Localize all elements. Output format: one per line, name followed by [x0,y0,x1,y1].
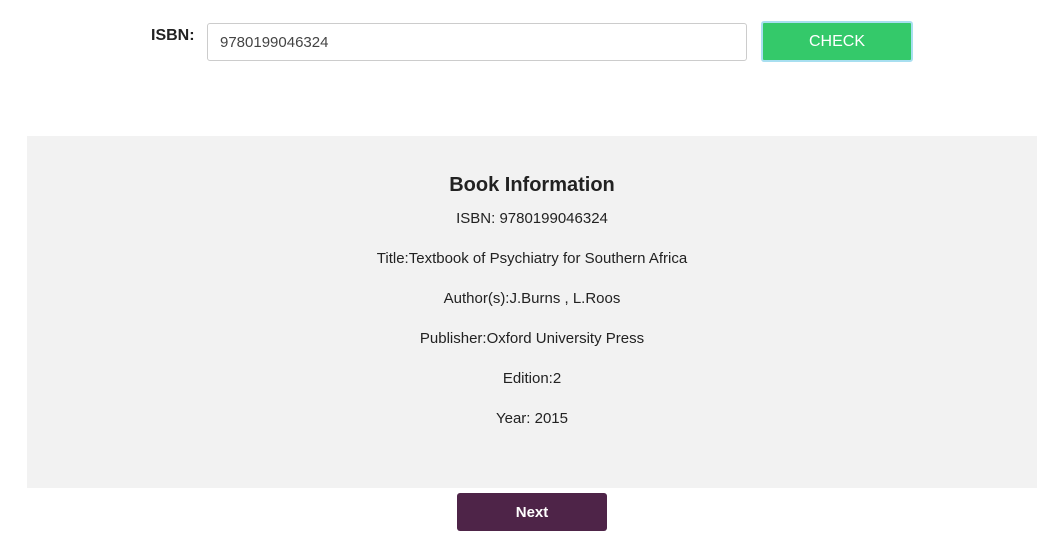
isbn-input[interactable] [207,23,747,61]
book-isbn: ISBN: 9780199046324 [456,210,608,227]
book-publisher: Publisher:Oxford University Press [419,330,645,347]
book-edition: Edition:2 [502,370,562,387]
book-info-heading: Book Information [449,174,615,196]
check-button[interactable]: CHECK [761,21,913,62]
next-button[interactable]: Next [457,493,607,531]
book-info-panel: Book Information ISBN: 9780199046324 Tit… [27,136,1037,488]
book-authors: Author(s):J.Burns , L.Roos [443,290,621,307]
book-title: Title:Textbook of Psychiatry for Souther… [376,250,688,267]
book-year: Year: 2015 [495,410,568,427]
isbn-label: ISBN: [151,27,195,44]
